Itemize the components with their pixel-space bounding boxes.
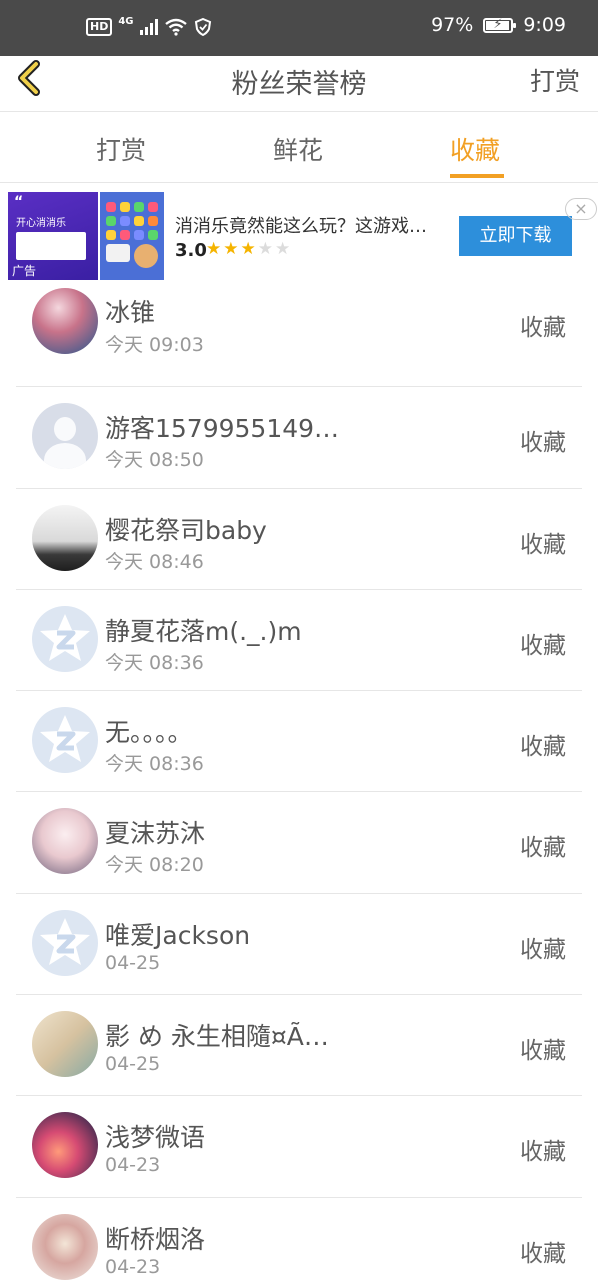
list-item[interactable]: 樱花祭司baby 今天 08:46 收藏 [16, 489, 582, 590]
favorites-list: 冰锥 今天 09:03 收藏 游客1579955149… 今天 08:50 收藏… [0, 286, 598, 1280]
timestamp: 04-25 [105, 1053, 161, 1076]
action-label: 收藏 [520, 835, 566, 862]
star-empty-icon: ★ [257, 239, 275, 259]
ad-label: 广告 [12, 264, 37, 278]
timestamp: 今天 08:50 [105, 449, 204, 472]
quote-icon: “ [14, 194, 24, 210]
close-ad-button[interactable]: × [565, 198, 597, 220]
list-item[interactable]: 无。。。。 今天 08:36 收藏 [16, 691, 582, 793]
user-name: 静夏花落m(._.)m [105, 616, 302, 646]
star-empty-icon: ★ [275, 239, 293, 259]
user-name: 唯爱Jackson [105, 920, 251, 950]
avatar[interactable] [32, 288, 98, 354]
page-title: 粉丝荣誉榜 [231, 69, 367, 100]
battery-percent: 97% [431, 14, 474, 36]
action-label: 收藏 [520, 1139, 566, 1166]
signal-icon [139, 19, 158, 35]
avatar[interactable] [32, 403, 98, 470]
qq-star-icon [40, 917, 90, 965]
tab-favorites[interactable]: 收藏 [450, 131, 500, 167]
ad-image-title: 开心消消乐 [16, 218, 66, 229]
avatar[interactable] [32, 909, 98, 976]
status-right: 97% ⚡ 9:09 [431, 14, 566, 36]
avatar[interactable] [32, 707, 98, 774]
tab-flowers[interactable]: 鲜花 [273, 131, 323, 167]
ad-image-card [16, 232, 86, 260]
action-label: 收藏 [520, 632, 566, 659]
ad-banner[interactable]: “ 开心消消乐 广告 消消乐竟然能这么玩？这游戏… 3.0 ★★★★★ 立即下载… [0, 184, 598, 286]
list-item[interactable]: 冰锥 今天 09:03 收藏 [16, 286, 582, 388]
timestamp: 今天 08:36 [105, 651, 204, 674]
action-label: 收藏 [520, 936, 566, 963]
avatar[interactable] [32, 504, 98, 571]
star-filled-icon: ★ [240, 239, 258, 259]
qq-star-icon [40, 715, 90, 763]
tab-bar: 打赏 鲜花 收藏 [0, 113, 598, 183]
clock: 9:09 [523, 14, 566, 36]
rating-stars: ★★★★★ [206, 239, 292, 259]
action-label: 收藏 [520, 734, 566, 761]
list-item[interactable]: 断桥烟洛 04-23 收藏 [16, 1198, 582, 1280]
star-filled-icon: ★ [206, 239, 224, 259]
ad-image[interactable]: “ 开心消消乐 广告 [8, 192, 164, 280]
avatar[interactable] [32, 1112, 98, 1179]
list-item[interactable]: 浅梦微语 04-23 收藏 [16, 1096, 582, 1198]
action-label: 收藏 [520, 315, 566, 341]
timestamp: 04-23 [105, 1154, 161, 1177]
download-button[interactable]: 立即下载 [459, 216, 572, 256]
star-filled-icon: ★ [223, 239, 241, 259]
tab-reward[interactable]: 打赏 [96, 131, 146, 167]
user-name: 影 め 永生相隨¤Ã… [105, 1022, 329, 1052]
timestamp: 今天 08:46 [105, 550, 204, 573]
user-name: 浅梦微语 [105, 1123, 206, 1153]
timestamp: 04-25 [105, 951, 161, 974]
qq-star-icon [40, 613, 90, 661]
app-header: 粉丝荣誉榜 打赏 [0, 56, 598, 112]
action-label: 收藏 [520, 1038, 566, 1065]
user-name: 夏沫苏沐 [105, 819, 206, 849]
avatar[interactable] [32, 1213, 98, 1280]
battery-icon: ⚡ [483, 17, 517, 33]
user-name: 游客1579955149… [105, 414, 340, 444]
network-type: 4G [118, 15, 134, 27]
user-name: 断桥烟洛 [105, 1224, 206, 1254]
timestamp: 今天 08:36 [105, 753, 204, 776]
action-label: 收藏 [520, 430, 566, 457]
timestamp: 04-23 [105, 1255, 161, 1278]
timestamp: 今天 09:03 [105, 334, 204, 356]
hd-icon: HD [86, 18, 113, 36]
timestamp: 今天 08:20 [105, 854, 204, 877]
game-board-image [100, 192, 164, 280]
status-left: HD 4G [86, 15, 212, 36]
user-name: 无。。。。 [105, 718, 193, 748]
ad-title[interactable]: 消消乐竟然能这么玩？这游戏… [175, 212, 453, 238]
active-tab-indicator [450, 174, 504, 178]
avatar[interactable] [32, 808, 98, 875]
user-name: 冰锥 [105, 298, 156, 327]
list-item[interactable]: 影 め 永生相隨¤Ã… 04-25 收藏 [16, 995, 582, 1097]
list-item[interactable]: 静夏花落m(._.)m 今天 08:36 收藏 [16, 590, 582, 692]
avatar[interactable] [32, 1011, 98, 1078]
user-name: 樱花祭司baby [105, 515, 267, 545]
status-bar: HD 4G 97% ⚡ 9:09 [0, 0, 598, 56]
list-item[interactable]: 唯爱Jackson 04-25 收藏 [16, 894, 582, 996]
action-label: 收藏 [520, 1240, 566, 1267]
reward-button[interactable]: 打赏 [530, 62, 580, 98]
list-item[interactable]: 夏沫苏沐 今天 08:20 收藏 [16, 792, 582, 894]
wifi-icon [164, 18, 187, 36]
shield-icon [194, 18, 211, 36]
avatar[interactable] [32, 605, 98, 672]
list-item[interactable]: 游客1579955149… 今天 08:50 收藏 [16, 387, 582, 489]
action-label: 收藏 [520, 531, 566, 558]
ad-rating: 3.0 [175, 240, 207, 261]
